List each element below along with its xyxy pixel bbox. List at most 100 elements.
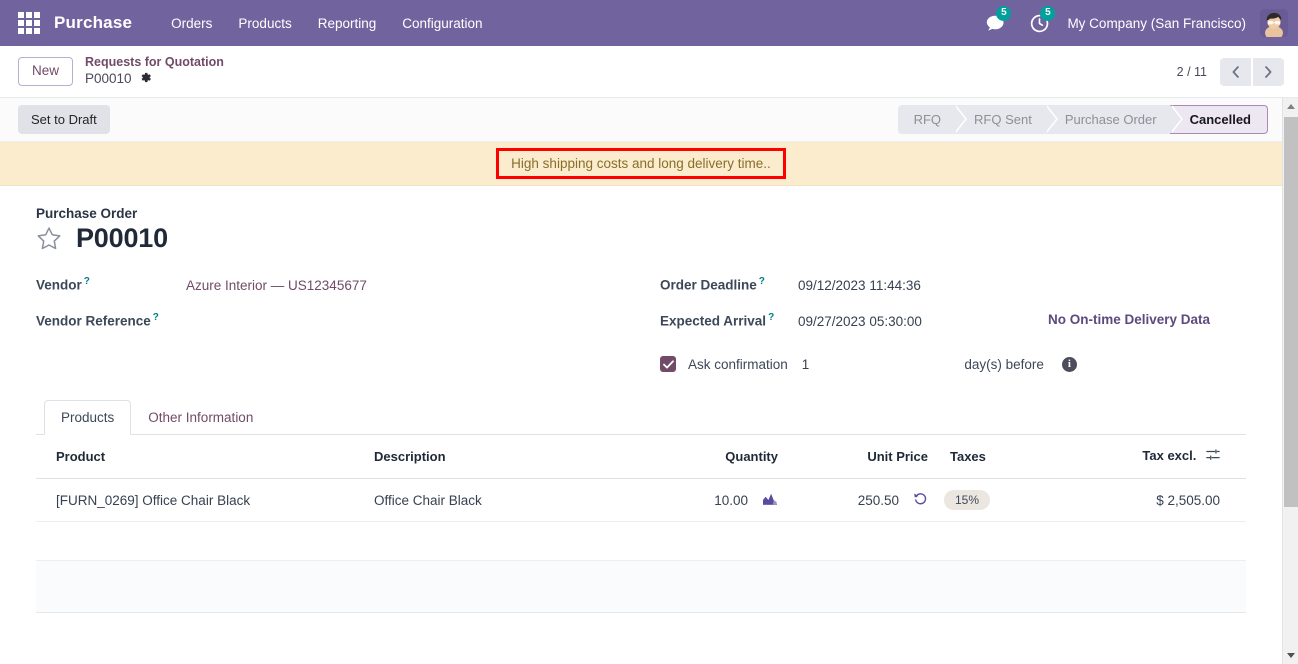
ask-confirmation-checkbox[interactable] xyxy=(660,356,676,372)
menu-reporting[interactable]: Reporting xyxy=(305,10,390,37)
page-title: Purchase Order xyxy=(36,206,138,221)
field-order-deadline-label: Order Deadline? xyxy=(660,276,798,293)
field-expected-arrival-label-text: Expected Arrival xyxy=(660,313,767,329)
field-vendor-help-icon[interactable]: ? xyxy=(84,276,90,287)
top-navbar: Purchase Orders Products Reporting Confi… xyxy=(0,0,1298,46)
table-row[interactable]: [FURN_0269] Office Chair Black Office Ch… xyxy=(36,478,1246,523)
form-right-column: Order Deadline? 09/12/2023 11:44:36 Expe… xyxy=(656,276,1246,372)
scroll-down-arrow[interactable] xyxy=(1283,647,1298,664)
area-chart-icon[interactable] xyxy=(762,492,778,509)
field-vendor-reference-label-text: Vendor Reference xyxy=(36,313,151,329)
pager-count: 2 / 11 xyxy=(1176,64,1207,79)
form-left-column: Vendor? Azure Interior — US12345677 Vend… xyxy=(36,276,656,372)
ask-confirmation-row: Ask confirmation 1 day(s) before i xyxy=(660,356,1246,372)
messages-icon[interactable]: 5 xyxy=(983,6,1012,35)
menu-configuration[interactable]: Configuration xyxy=(389,10,495,37)
app-brand-purchase[interactable]: Purchase xyxy=(54,13,132,33)
scrollbar-thumb[interactable] xyxy=(1284,117,1298,507)
lines-filler-band xyxy=(36,561,1246,614)
breadcrumb-parent-link[interactable]: Requests for Quotation xyxy=(85,55,224,71)
info-icon[interactable]: i xyxy=(1061,356,1077,372)
gear-icon[interactable] xyxy=(139,71,152,88)
form-scroll-container: Set to Draft RFQ RFQ Sent Purchase Order… xyxy=(0,98,1282,664)
status-step-rfq[interactable]: RFQ xyxy=(897,105,968,134)
table-row-empty[interactable] xyxy=(36,521,1246,562)
ask-confirmation-days-input[interactable]: 1 xyxy=(802,357,810,372)
column-header-product[interactable]: Product xyxy=(36,435,366,480)
scroll-up-arrow[interactable] xyxy=(1283,98,1298,115)
column-header-tax-excl-text: Tax excl. xyxy=(1142,448,1197,463)
table-header-row: Product Description Quantity Unit Price … xyxy=(36,435,1246,480)
warning-banner-message: High shipping costs and long delivery ti… xyxy=(496,147,786,180)
field-expected-arrival-help-icon[interactable]: ? xyxy=(768,312,774,323)
status-pipeline: RFQ RFQ Sent Purchase Order Cancelled xyxy=(897,105,1268,134)
breadcrumb-current: P00010 xyxy=(85,70,132,86)
status-step-purchase-order[interactable]: Purchase Order xyxy=(1044,105,1183,134)
notebook: Products Other Information Product Descr… xyxy=(36,400,1246,614)
column-options-icon[interactable] xyxy=(1206,449,1220,465)
field-vendor: Vendor? Azure Interior — US12345677 xyxy=(36,276,656,312)
breadcrumb: Requests for Quotation P00010 xyxy=(85,55,224,88)
tab-other-information[interactable]: Other Information xyxy=(131,400,270,435)
new-button[interactable]: New xyxy=(18,57,74,86)
record-title-row: P00010 xyxy=(36,223,1246,254)
column-header-quantity[interactable]: Quantity xyxy=(636,435,786,480)
cell-unit-price[interactable]: 250.50 xyxy=(786,478,936,523)
company-switcher[interactable]: My Company (San Francisco) xyxy=(1067,16,1246,31)
set-to-draft-button[interactable]: Set to Draft xyxy=(18,105,110,134)
ask-confirmation-unit-label: day(s) before xyxy=(964,356,1044,372)
record-id: P00010 xyxy=(76,223,168,253)
odoo-purchase-order-page: Purchase Orders Products Reporting Confi… xyxy=(0,0,1298,664)
field-order-deadline: Order Deadline? 09/12/2023 11:44:36 xyxy=(660,276,1246,312)
notebook-tabs: Products Other Information xyxy=(36,400,1246,435)
cell-unit-price-value: 250.50 xyxy=(857,492,899,508)
apps-grid-icon[interactable] xyxy=(18,12,40,34)
order-lines-header: Product Description Quantity Unit Price … xyxy=(36,435,1246,480)
form-sheet: Purchase Order P00010 Vendor? Azure Inte… xyxy=(0,186,1282,614)
order-lines-body: [FURN_0269] Office Chair Black Office Ch… xyxy=(36,478,1246,562)
cell-description[interactable]: Office Chair Black xyxy=(366,478,636,523)
pager-next-button[interactable] xyxy=(1253,57,1284,86)
avatar[interactable] xyxy=(1260,9,1288,37)
field-vendor-reference-help-icon[interactable]: ? xyxy=(153,312,159,323)
field-order-deadline-help-icon[interactable]: ? xyxy=(759,276,765,287)
cell-subtotal: $ 2,505.00 xyxy=(1071,478,1246,523)
pager-previous-button[interactable] xyxy=(1220,57,1251,86)
warning-banner: High shipping costs and long delivery ti… xyxy=(0,142,1282,186)
history-icon[interactable] xyxy=(913,491,928,509)
cell-product[interactable]: [FURN_0269] Office Chair Black xyxy=(36,478,366,523)
activities-count-badge: 5 xyxy=(1040,6,1056,21)
column-header-unit-price[interactable]: Unit Price xyxy=(786,435,936,480)
pager: 2 / 11 xyxy=(1176,57,1284,86)
star-outline-icon[interactable] xyxy=(36,226,62,251)
field-expected-arrival-value[interactable]: 09/27/2023 05:30:00 xyxy=(798,314,922,329)
column-header-taxes[interactable]: Taxes xyxy=(936,435,1071,480)
form-columns: Vendor? Azure Interior — US12345677 Vend… xyxy=(36,276,1246,372)
activities-icon[interactable]: 5 xyxy=(1027,6,1056,35)
column-header-tax-excl[interactable]: Tax excl. xyxy=(1071,435,1246,480)
field-order-deadline-value[interactable]: 09/12/2023 11:44:36 xyxy=(798,278,921,293)
tab-products[interactable]: Products xyxy=(44,400,132,435)
on-time-delivery-link[interactable]: No On-time Delivery Data xyxy=(1048,312,1210,327)
field-vendor-label: Vendor? xyxy=(36,276,186,293)
field-vendor-reference: Vendor Reference? xyxy=(36,312,656,348)
field-vendor-value[interactable]: Azure Interior — US12345677 xyxy=(186,278,367,293)
order-lines-table: Product Description Quantity Unit Price … xyxy=(36,435,1246,562)
field-vendor-label-text: Vendor xyxy=(36,277,82,293)
menu-products[interactable]: Products xyxy=(225,10,304,37)
cell-quantity-value: 10.00 xyxy=(714,492,748,508)
status-step-rfq-sent[interactable]: RFQ Sent xyxy=(954,105,1058,134)
vertical-scrollbar[interactable] xyxy=(1282,98,1298,664)
control-panel: New Requests for Quotation P00010 2 / 11 xyxy=(0,46,1298,98)
menu-orders[interactable]: Orders xyxy=(158,10,225,37)
status-bar: Set to Draft RFQ RFQ Sent Purchase Order… xyxy=(0,98,1282,142)
status-step-cancelled[interactable]: Cancelled xyxy=(1169,105,1268,134)
cell-quantity[interactable]: 10.00 xyxy=(636,478,786,523)
tax-badge: 15% xyxy=(944,490,991,511)
field-expected-arrival: Expected Arrival? 09/27/2023 05:30:00 No… xyxy=(660,312,1246,348)
field-order-deadline-label-text: Order Deadline xyxy=(660,277,757,293)
field-expected-arrival-label: Expected Arrival? xyxy=(660,312,798,329)
cell-empty[interactable] xyxy=(36,521,1246,562)
column-header-description[interactable]: Description xyxy=(366,435,636,480)
cell-taxes[interactable]: 15% xyxy=(936,478,1071,523)
